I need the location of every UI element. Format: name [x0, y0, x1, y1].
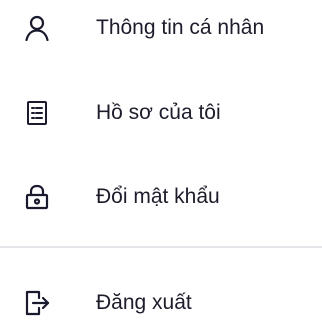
menu-item-my-records[interactable]: Hồ sơ của tôi: [0, 85, 322, 141]
document-list-icon: [24, 100, 50, 126]
menu-item-label: Đổi mật khẩu: [96, 185, 220, 208]
person-icon: [24, 15, 50, 41]
account-menu: Thông tin cá nhân Hồ sơ của tôi Đổi mật: [0, 0, 322, 325]
menu-item-change-password[interactable]: Đổi mật khẩu: [0, 169, 322, 225]
menu-divider: [0, 246, 322, 248]
menu-item-label: Hồ sơ của tôi: [96, 101, 221, 124]
menu-item-label: Thông tin cá nhân: [96, 16, 265, 39]
logout-button[interactable]: Đăng xuất: [0, 275, 322, 331]
lock-icon: [24, 184, 50, 210]
menu-item-personal-info[interactable]: Thông tin cá nhân: [0, 0, 322, 56]
logout-label: Đăng xuất: [96, 291, 192, 314]
logout-icon: [24, 290, 50, 316]
